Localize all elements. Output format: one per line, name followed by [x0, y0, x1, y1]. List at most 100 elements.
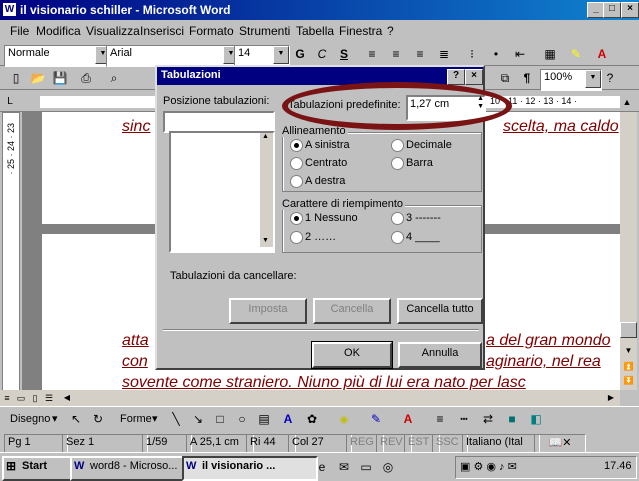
line-style-icon[interactable]: ≡: [430, 409, 450, 429]
leader-dots-radio[interactable]: [290, 231, 303, 244]
scroll-down-icon[interactable]: ▼: [262, 237, 269, 244]
next-page-icon[interactable]: ⏬: [620, 374, 637, 388]
scroll-right-icon[interactable]: ▶: [604, 390, 618, 406]
text-box-icon[interactable]: ▤: [254, 409, 274, 429]
borders-icon[interactable]: ▦: [540, 44, 560, 64]
bold-icon[interactable]: G: [290, 44, 310, 64]
free-rotate-icon[interactable]: ↻: [88, 409, 108, 429]
menu-visualizza[interactable]: Visualizza: [86, 24, 140, 38]
line-color-icon[interactable]: ✎: [366, 409, 386, 429]
align-bar-radio[interactable]: [391, 157, 404, 170]
print-icon[interactable]: ⎙: [76, 68, 96, 88]
task-word8[interactable]: Wword8 - Microso...: [70, 456, 200, 481]
save-icon[interactable]: 💾: [50, 68, 70, 88]
bullets-icon[interactable]: •: [486, 44, 506, 64]
chevron-down-icon[interactable]: ▾: [52, 412, 58, 425]
horizontal-scrollbar[interactable]: ≡ ▭ ▯ ☰ ◀ ▶: [0, 390, 620, 406]
open-folder-icon[interactable]: 📂: [28, 68, 48, 88]
select-objects-icon[interactable]: ↖: [66, 409, 86, 429]
scroll-up-icon[interactable]: ▲: [618, 92, 636, 112]
menu-finestra[interactable]: Finestra: [339, 24, 382, 38]
spelling-status-icon[interactable]: 📖✕: [534, 434, 586, 454]
maximize-button[interactable]: □: [603, 2, 621, 18]
menu-formato[interactable]: Formato: [189, 24, 234, 38]
scroll-up-icon[interactable]: ▲: [262, 133, 269, 140]
oval-icon[interactable]: ○: [232, 409, 252, 429]
style-combo[interactable]: Normale ▼: [4, 45, 112, 67]
dialog-close-button[interactable]: ×: [465, 69, 483, 85]
leader-line-radio[interactable]: [391, 231, 404, 244]
font-color-icon[interactable]: A: [398, 409, 418, 429]
vertical-ruler[interactable]: · 25 · 24 · 23: [2, 112, 20, 392]
menu-tabella[interactable]: Tabella: [296, 24, 334, 38]
ok-button[interactable]: OK: [311, 341, 393, 369]
tab-position-input[interactable]: [163, 111, 275, 133]
chevron-down-icon[interactable]: ▾: [152, 412, 158, 425]
outlook-icon[interactable]: ✉: [334, 457, 354, 477]
cancel-button[interactable]: Annulla: [398, 342, 482, 368]
close-button[interactable]: ×: [621, 2, 639, 18]
print-preview-icon[interactable]: ⌕: [104, 68, 124, 88]
desktop-icon[interactable]: ▭: [356, 457, 376, 477]
chevron-down-icon[interactable]: ▼: [273, 46, 289, 64]
arrow-style-icon[interactable]: ⇄: [478, 409, 498, 429]
menu-file[interactable]: File: [10, 24, 29, 38]
draw-menu[interactable]: Disegno: [10, 413, 50, 425]
dash-style-icon[interactable]: ┅: [454, 409, 474, 429]
status-language[interactable]: Italiano (Ital: [462, 434, 540, 454]
scroll-thumb[interactable]: [620, 322, 637, 338]
decrease-indent-icon[interactable]: ⇤: [510, 44, 530, 64]
page-view-icon[interactable]: ▯: [28, 390, 42, 406]
zoom-combo[interactable]: 100% ▼: [540, 69, 602, 91]
menu-inserisci[interactable]: Inserisci: [140, 24, 184, 38]
font-combo[interactable]: Arial ▼: [106, 45, 240, 67]
office-assistant-icon[interactable]: ?: [600, 68, 620, 88]
italic-icon[interactable]: C: [312, 44, 332, 64]
scroll-down-icon[interactable]: ▼: [620, 344, 637, 358]
start-button[interactable]: ⊞ Start: [2, 456, 78, 481]
size-combo[interactable]: 14 ▼: [234, 45, 290, 67]
chevron-down-icon[interactable]: ▼: [585, 70, 601, 88]
menu-strumenti[interactable]: Strumenti: [239, 24, 290, 38]
clear-button[interactable]: Cancella: [313, 298, 391, 324]
menu-help[interactable]: ?: [387, 24, 394, 38]
paragraph-mark-icon[interactable]: ¶: [517, 68, 537, 88]
previous-page-icon[interactable]: ⏫: [620, 360, 637, 374]
vertical-scrollbar[interactable]: ▼ ⏫ ⏬: [620, 112, 637, 390]
autoshapes-menu[interactable]: Forme: [120, 413, 152, 425]
channels-icon[interactable]: ◎: [378, 457, 398, 477]
align-center-icon[interactable]: ≡: [386, 44, 406, 64]
rectangle-icon[interactable]: □: [210, 409, 230, 429]
help-button[interactable]: ?: [447, 69, 465, 85]
tab-selector-icon[interactable]: L: [0, 92, 20, 112]
leader-none-radio[interactable]: [290, 212, 303, 225]
list-scrollbar[interactable]: ▲ ▼: [260, 133, 273, 247]
ie-icon[interactable]: e: [312, 457, 332, 477]
tab-positions-list[interactable]: ▲ ▼: [169, 131, 275, 253]
scroll-left-icon[interactable]: ◀: [60, 390, 74, 406]
align-left-radio[interactable]: [290, 139, 303, 152]
new-document-icon[interactable]: ▯: [6, 68, 26, 88]
numbering-icon[interactable]: ⁝: [462, 44, 482, 64]
align-right-radio[interactable]: [290, 175, 303, 188]
underline-icon[interactable]: S: [334, 44, 354, 64]
set-button[interactable]: Imposta: [229, 298, 307, 324]
highlight-icon[interactable]: ✎: [566, 44, 586, 64]
fill-color-icon[interactable]: ◈: [334, 409, 354, 429]
wordart-icon[interactable]: A: [278, 409, 298, 429]
arrow-icon[interactable]: ↘: [188, 409, 208, 429]
align-left-icon[interactable]: ≡: [362, 44, 382, 64]
outline-view-icon[interactable]: ☰: [42, 390, 56, 406]
clear-all-button[interactable]: Cancella tutto: [397, 298, 483, 324]
justify-icon[interactable]: ≣: [434, 44, 454, 64]
task-visionario[interactable]: Wil visionario ...: [182, 456, 318, 481]
align-center-radio[interactable]: [290, 157, 303, 170]
clipart-icon[interactable]: ✿: [302, 409, 322, 429]
3d-icon[interactable]: ◧: [526, 409, 546, 429]
normal-view-icon[interactable]: ≡: [0, 390, 14, 406]
online-view-icon[interactable]: ▭: [14, 390, 28, 406]
align-decimal-radio[interactable]: [391, 139, 404, 152]
align-right-icon[interactable]: ≡: [410, 44, 430, 64]
font-color-icon[interactable]: A: [592, 44, 612, 64]
word-app-icon[interactable]: W: [3, 3, 16, 16]
